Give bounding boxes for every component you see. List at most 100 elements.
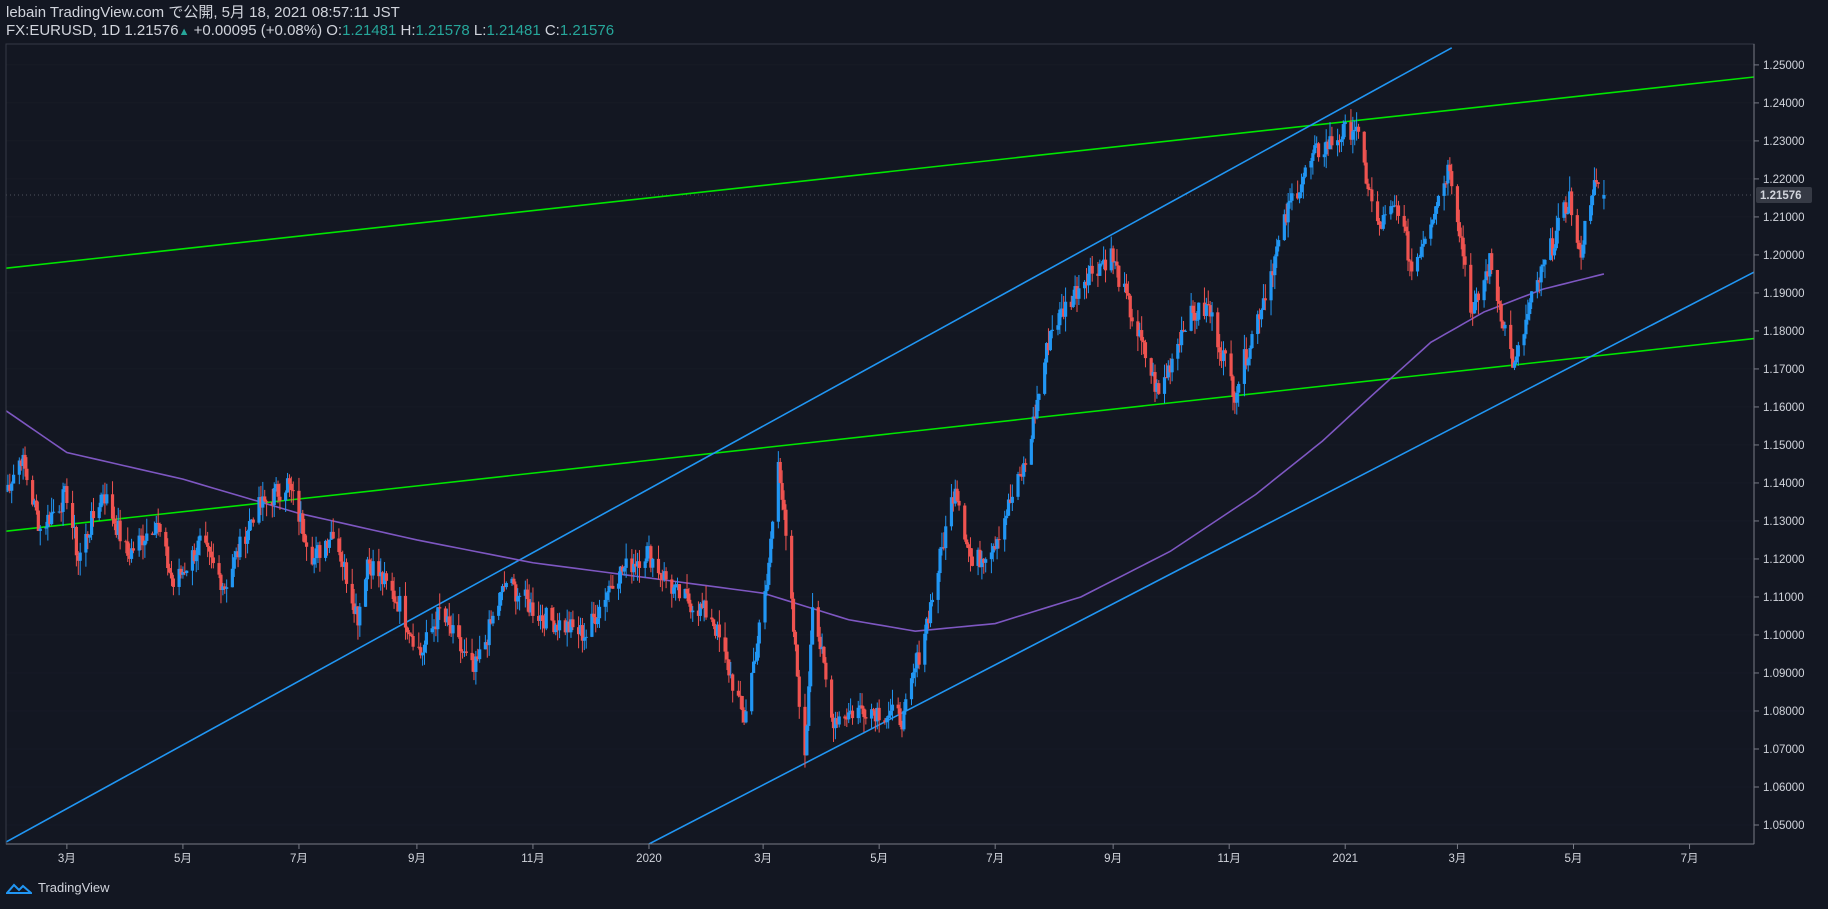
candle-body [118, 520, 122, 542]
candle-body [91, 511, 96, 519]
x-axis[interactable]: 3月 5月 7月 9月 11月 2020 3月 5月 7月 9月 11月 2021 3月 5月 7月 [58, 844, 1699, 865]
candle-body [651, 558, 655, 568]
candle-body [403, 595, 408, 628]
candle-body [691, 610, 695, 613]
candle-body [1330, 136, 1334, 146]
candle-body [245, 530, 250, 544]
candle-body [421, 652, 425, 656]
candle-body [51, 511, 56, 513]
candle-body [12, 474, 16, 484]
candle-body [850, 710, 855, 719]
y-tick-label: 1.06000 [1763, 782, 1805, 794]
candle-body [314, 548, 318, 559]
candle-body [1490, 253, 1494, 271]
candle-body [405, 627, 409, 633]
candle-body [1583, 220, 1587, 245]
candle-body [34, 500, 39, 511]
candle-body [209, 551, 214, 558]
candle-body [717, 624, 721, 638]
candle-body [807, 686, 811, 726]
footer: TradingView [6, 880, 110, 895]
candle-body [1248, 348, 1252, 359]
candle-body [1058, 309, 1062, 326]
candle-body [284, 492, 288, 501]
moving-average-line[interactable] [6, 273, 1605, 632]
candle-body [778, 461, 782, 483]
candle-body [1297, 192, 1302, 199]
y-axis[interactable]: 1.25000 1.24000 1.23000 1.22000 1.21000 1.200… [1754, 60, 1805, 832]
candle-body [350, 583, 354, 604]
candle-body [1303, 167, 1307, 177]
candle-body [622, 567, 626, 572]
candle-body [753, 660, 758, 662]
candle-body [230, 568, 234, 588]
candle-body [154, 522, 158, 534]
candle-body [1050, 329, 1054, 332]
trend-line-green-upper[interactable] [6, 71, 1806, 270]
candle-body [590, 613, 594, 637]
candle-body [856, 707, 860, 719]
candle-body [470, 652, 474, 661]
candle-body [592, 613, 596, 618]
candle-body [810, 607, 815, 645]
candle-body [963, 505, 967, 540]
y-tick-label: 1.12000 [1763, 554, 1805, 566]
candle-body [643, 561, 647, 568]
candle-body [744, 711, 748, 723]
candle-body [767, 562, 771, 585]
candle-body [1016, 474, 1020, 497]
candle-body [1524, 319, 1528, 335]
candle-body [824, 662, 828, 680]
candle-body [896, 704, 900, 709]
trend-line-green-lower[interactable] [6, 333, 1806, 533]
x-tick-label: 9月 [1104, 853, 1122, 865]
x-tick-label: 7月 [1681, 853, 1699, 865]
candle-body [225, 587, 229, 589]
candle-body [272, 488, 276, 506]
trend-line-blue-lower[interactable] [648, 245, 1806, 844]
candle-body [1206, 304, 1210, 306]
x-tick-label: 5月 [1565, 853, 1583, 865]
candle-body [1431, 219, 1435, 225]
candle-body [438, 607, 442, 609]
y-tick-label: 1.11000 [1763, 592, 1804, 604]
candle-body [1269, 271, 1273, 301]
candle-body [1543, 259, 1547, 265]
candle-body [1592, 180, 1597, 196]
candle-body [1497, 301, 1501, 304]
candle-body [344, 562, 349, 584]
brand-label[interactable]: TradingView [38, 880, 110, 895]
candle-body [131, 548, 136, 551]
candle-body [1444, 183, 1448, 185]
candle-body [936, 573, 940, 600]
candle-body [436, 607, 440, 630]
candle-body [1235, 392, 1239, 403]
candle-body [550, 607, 554, 621]
price-chart[interactable]: 1.25000 1.24000 1.23000 1.22000 1.21000 1.200… [0, 0, 1828, 909]
candle-body [582, 637, 586, 641]
candle-body [247, 521, 252, 531]
candle-body [1457, 222, 1461, 237]
candle-body [624, 558, 628, 568]
candle-body [1229, 353, 1233, 377]
candle-body [105, 494, 109, 504]
candle-body [1381, 215, 1385, 229]
candle-body [1022, 463, 1026, 477]
candle-body [392, 590, 396, 602]
candle-body [664, 571, 668, 580]
x-tick-label: 11月 [521, 853, 544, 865]
candle-body [152, 533, 156, 535]
candle-body [1383, 214, 1387, 216]
candle-body [339, 552, 343, 562]
candle-body [1404, 226, 1408, 232]
candle-body [363, 579, 368, 607]
candle-body [1322, 154, 1326, 158]
y-tick-label: 1.19000 [1763, 288, 1805, 300]
y-tick-label: 1.20000 [1763, 250, 1805, 262]
candle-body [498, 592, 503, 606]
candle-body [1476, 293, 1480, 301]
candle-body [407, 632, 411, 635]
candle-body [750, 672, 754, 712]
y-tick-label: 1.17000 [1763, 364, 1805, 376]
candle-body [1341, 124, 1345, 140]
